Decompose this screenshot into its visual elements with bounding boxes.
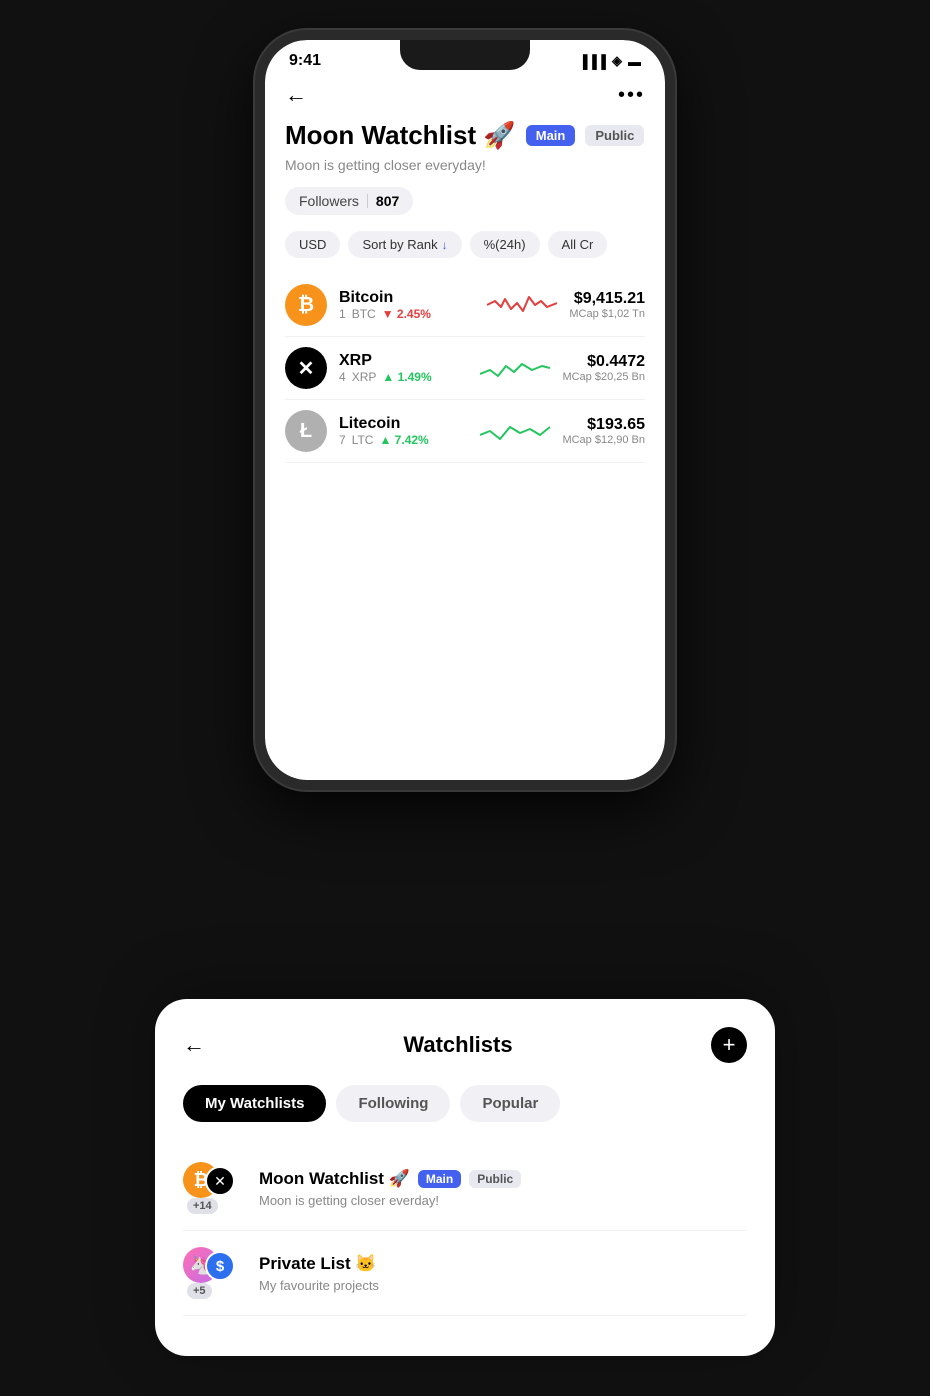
coin-item-bitcoin[interactable]: ₿ Bitcoin 1 BTC ▼ 2.45% [285,274,645,337]
filter-all[interactable]: All Cr [548,231,608,258]
battery-icon: ▬ [628,54,641,69]
xrp-change: ▲ 1.49% [382,370,431,384]
ltc-price-block: $193.65 MCap $12,90 Bn [562,416,645,446]
tab-following[interactable]: Following [336,1085,450,1122]
btc-chart [487,287,557,323]
btc-info: Bitcoin 1 BTC ▼ 2.45% [339,289,475,321]
ltc-rank: 7 [339,433,346,447]
phone-badge-public: Public [585,125,644,146]
ltc-price: $193.65 [562,416,645,434]
tab-my-watchlists[interactable]: My Watchlists [183,1085,326,1122]
btc-change: ▼ 2.45% [382,307,431,321]
wl-moon-desc: Moon is getting closer everday! [259,1193,747,1208]
wl-moon-title-row: Moon Watchlist 🚀 Main Public [259,1169,747,1189]
signal-icon: ▐▐▐ [578,54,606,69]
xrp-info: XRP 4 XRP ▲ 1.49% [339,352,468,384]
bottom-sheet: ← Watchlists + My Watchlists Following P… [155,999,775,1356]
wl-moon-info: Moon Watchlist 🚀 Main Public Moon is get… [259,1169,747,1208]
phone-nav: ← ••• [285,74,645,120]
tab-popular[interactable]: Popular [460,1085,560,1122]
xrp-name: XRP [339,352,468,370]
wl-item-private[interactable]: 🦄 $ +5 Private List 🐱 My favourite proje… [183,1231,747,1316]
ltc-rank-row: 7 LTC ▲ 7.42% [339,433,468,447]
xrp-price-block: $0.4472 MCap $20,25 Bn [562,353,645,383]
phone-watchlist-title: Moon Watchlist 🚀 [285,120,516,151]
wl-private-title-row: Private List 🐱 [259,1254,747,1274]
ltc-chart [480,413,550,449]
coin-list: ₿ Bitcoin 1 BTC ▼ 2.45% [285,274,645,463]
ltc-info: Litecoin 7 LTC ▲ 7.42% [339,415,468,447]
phone-watchlist-subtitle: Moon is getting closer everyday! [285,157,645,173]
followers-count: 807 [376,193,399,209]
btc-price-block: $9,415.21 MCap $1,02 Tn [569,290,645,320]
phone-watchlist-title-row: Moon Watchlist 🚀 Main Public [285,120,645,151]
wl-header: ← Watchlists + [183,1027,747,1063]
wl-tabs: My Watchlists Following Popular [183,1085,747,1122]
wl-back-button[interactable]: ← [183,1032,205,1058]
ltc-mcap: MCap $12,90 Bn [562,434,645,446]
wl-title: Watchlists [403,1032,512,1058]
coin-item-ltc[interactable]: Ł Litecoin 7 LTC ▲ 7.42% [285,400,645,463]
xrp-price: $0.4472 [562,353,645,371]
filter-sort[interactable]: Sort by Rank ↓ [348,231,461,258]
wl-private-dollar-icon: $ [205,1251,235,1281]
phone-frame: 9:41 ▐▐▐ ◈ ▬ ← ••• Moon Watchlist 🚀 Main [255,30,675,790]
xrp-mcap: MCap $20,25 Bn [562,371,645,383]
xrp-chart [480,350,550,386]
phone-notch [400,40,530,70]
wl-items: ₿ ✕ +14 Moon Watchlist 🚀 Main Public Moo… [183,1146,747,1316]
wl-private-count: +5 [187,1283,212,1299]
btc-name: Bitcoin [339,289,475,307]
btc-rank: 1 [339,307,346,321]
wl-item-moon[interactable]: ₿ ✕ +14 Moon Watchlist 🚀 Main Public Moo… [183,1146,747,1231]
filter-usd[interactable]: USD [285,231,340,258]
xrp-rank: 4 [339,370,346,384]
btc-symbol: BTC [352,307,376,321]
ltc-symbol: LTC [352,433,374,447]
wl-private-info: Private List 🐱 My favourite projects [259,1254,747,1293]
status-icons: ▐▐▐ ◈ ▬ [578,53,641,69]
btc-rank-row: 1 BTC ▼ 2.45% [339,307,475,321]
wl-moon-xrp-icon: ✕ [205,1166,235,1196]
wifi-icon: ◈ [612,53,622,69]
followers-label: Followers [299,193,359,209]
wl-moon-badge-main: Main [418,1170,461,1188]
btc-icon: ₿ [285,284,327,326]
wl-moon-count: +14 [187,1198,218,1214]
wl-moon-badge-public: Public [469,1170,521,1188]
btc-price: $9,415.21 [569,290,645,308]
ltc-change: ▲ 7.42% [379,433,428,447]
status-time: 9:41 [289,52,321,70]
sort-arrow-icon: ↓ [442,238,448,252]
more-button[interactable]: ••• [618,84,645,107]
wl-private-name: Private List 🐱 [259,1254,377,1274]
wl-moon-icons: ₿ ✕ +14 [183,1162,245,1214]
back-button[interactable]: ← [285,82,307,108]
wl-moon-name: Moon Watchlist 🚀 [259,1169,410,1189]
ltc-icon: Ł [285,410,327,452]
xrp-rank-row: 4 XRP ▲ 1.49% [339,370,468,384]
wl-add-button[interactable]: + [711,1027,747,1063]
phone-badge-main: Main [526,125,576,146]
filter-row: USD Sort by Rank ↓ %(24h) All Cr [285,231,645,258]
followers-divider [367,194,368,208]
btc-mcap: MCap $1,02 Tn [569,308,645,320]
wl-private-icons: 🦄 $ +5 [183,1247,245,1299]
xrp-icon: ✕ [285,347,327,389]
xrp-symbol: XRP [352,370,377,384]
wl-private-desc: My favourite projects [259,1278,747,1293]
phone-content: ← ••• Moon Watchlist 🚀 Main Public Moon … [265,74,665,463]
ltc-name: Litecoin [339,415,468,433]
coin-item-xrp[interactable]: ✕ XRP 4 XRP ▲ 1.49% [285,337,645,400]
followers-pill[interactable]: Followers 807 [285,187,413,215]
filter-24h[interactable]: %(24h) [470,231,540,258]
